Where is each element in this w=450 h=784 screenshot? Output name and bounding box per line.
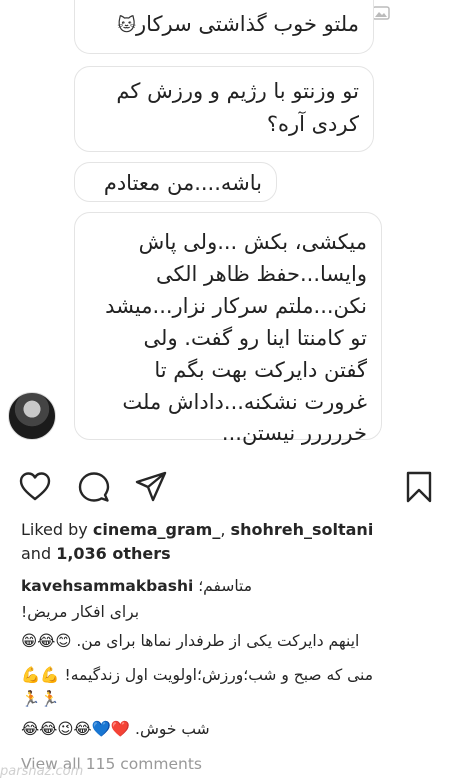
message-bubble: تو وزنتو با رژیم و ورزش کم کردی آره؟ [74, 66, 374, 152]
bookmark-icon[interactable] [402, 470, 436, 504]
liker-username[interactable]: shohreh_soltani [231, 520, 374, 539]
comment-icon[interactable] [77, 470, 111, 504]
caption-line: اینهم دایرکت یکی از طرفدار نماها برای من… [21, 632, 360, 650]
likes-separator: , [220, 520, 226, 539]
message-text: خررررر نیستن... [221, 421, 367, 446]
watermark: parsnaz.com [0, 764, 84, 779]
message-text: باشه....من معتادم [103, 171, 262, 195]
send-icon[interactable] [134, 470, 168, 504]
cat-emoji-icon: 🐱 [117, 15, 136, 36]
message-text: وایسا...حفظ ظاهر الکی [156, 261, 367, 286]
likes-prefix: Liked by [21, 520, 88, 539]
direct-message-screenshot: ملتو خوب گذاشتی سرکار🐱 تو وزنتو با رژیم … [0, 0, 450, 455]
message-text: گفتن دایرکت بهت بگم تا [154, 357, 367, 382]
caption-text: متاسفم؛ [198, 577, 253, 595]
message-text: کردی آره؟ [266, 111, 359, 136]
liker-username[interactable]: cinema_gram_ [93, 520, 221, 539]
message-bubble: میکشی، بکش ...ولی پاش وایسا...حفظ ظاهر ا… [74, 212, 382, 445]
caption-line: 🏃🏃 [21, 690, 60, 708]
message-text: ملتو خوب گذاشتی سرکار🐱 [117, 12, 359, 36]
message-bubble: ملتو خوب گذاشتی سرکار🐱 [74, 0, 374, 54]
likes-and: and [21, 544, 52, 563]
post-action-bar [0, 470, 450, 506]
message-text: غرورت نشکنه...داداش ملت [122, 389, 367, 414]
caption-line: شب خوش. ❤️💙😂😉😂😂 [21, 720, 210, 738]
message-text: نکن...ملتم سرکار نزار...میشد [105, 293, 367, 318]
caption-header: kavehsammakbashi متاسفم؛ [21, 577, 252, 595]
sender-avatar [8, 392, 56, 440]
message-bubble: باشه....من معتادم [74, 162, 277, 202]
message-text: تو کامنتا اینا رو گفت. ولی [143, 325, 367, 350]
message-text: میکشی، بکش ...ولی پاش [138, 230, 367, 254]
likes-count[interactable]: 1,036 others [56, 544, 170, 563]
message-text: تو وزنتو با رژیم و ورزش کم [116, 79, 359, 103]
caption-line: منی که صبح و شب؛ورزش؛اولویت اول زندگیمه!… [21, 666, 374, 684]
caption-username[interactable]: kavehsammakbashi [21, 577, 193, 595]
caption-line: برای افکار مریض! [21, 603, 140, 621]
likes-summary[interactable]: Liked by cinema_gram_, shohreh_soltani a… [21, 520, 373, 563]
heart-outline-icon[interactable] [18, 470, 52, 504]
image-icon [372, 6, 390, 20]
